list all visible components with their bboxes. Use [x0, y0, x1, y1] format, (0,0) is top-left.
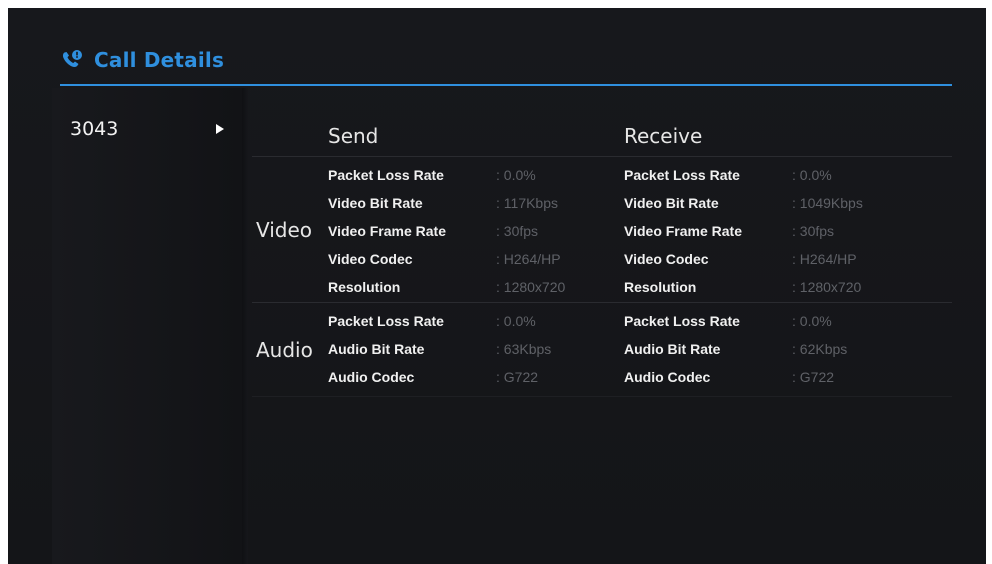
- call-list-item[interactable]: 3043: [70, 114, 230, 144]
- header: Call Details: [60, 48, 224, 72]
- stat-value: : 0.0%: [792, 167, 832, 183]
- page-title: Call Details: [94, 48, 225, 72]
- audio-send-row: Packet Loss Rate : 0.0%: [328, 310, 536, 332]
- stat-label: Resolution: [328, 279, 401, 295]
- stat-label: Audio Codec: [624, 369, 711, 385]
- sidebar-divider: [242, 88, 248, 564]
- video-send-row: Video Bit Rate : 117Kbps: [328, 192, 558, 214]
- stat-value: : H264/HP: [792, 251, 857, 267]
- call-number: 3043: [70, 118, 119, 140]
- stat-value: : H264/HP: [496, 251, 561, 267]
- stat-value: : 0.0%: [792, 313, 832, 329]
- header-underline: [60, 84, 952, 86]
- stat-value: : 62Kbps: [792, 341, 848, 357]
- audio-receive-row: Audio Bit Rate : 62Kbps: [624, 338, 847, 360]
- video-receive-row: Video Bit Rate : 1049Kbps: [624, 192, 863, 214]
- stat-value: : G722: [792, 369, 835, 385]
- header-divider: [252, 156, 952, 157]
- stat-label: Audio Bit Rate: [624, 341, 721, 357]
- stat-value: : 1049Kbps: [792, 195, 863, 211]
- stat-value: : 30fps: [792, 223, 835, 239]
- stat-label: Video Codec: [328, 251, 413, 267]
- stat-value: : 117Kbps: [496, 195, 559, 211]
- stat-label: Video Bit Rate: [328, 195, 423, 211]
- play-arrow-icon: [216, 124, 224, 134]
- audio-receive-row: Audio Codec : G722: [624, 366, 834, 388]
- stat-value: : G722: [496, 369, 539, 385]
- stat-value: : 63Kbps: [496, 341, 552, 357]
- video-receive-row: Video Codec : H264/HP: [624, 248, 857, 270]
- stat-value: : 0.0%: [496, 313, 536, 329]
- audio-section-label: Audio: [256, 338, 313, 362]
- stat-label: Video Bit Rate: [624, 195, 719, 211]
- video-send-row: Packet Loss Rate : 0.0%: [328, 164, 536, 186]
- video-send-row: Video Frame Rate : 30fps: [328, 220, 538, 242]
- stat-label: Video Frame Rate: [624, 223, 743, 239]
- audio-send-row: Audio Codec : G722: [328, 366, 538, 388]
- call-details-screen: Call Details 3043 Send Receive Video Pac…: [8, 8, 986, 564]
- video-receive-row: Video Frame Rate : 30fps: [624, 220, 834, 242]
- stat-label: Packet Loss Rate: [328, 167, 444, 183]
- call-list-sidebar: [52, 88, 242, 564]
- stat-label: Video Frame Rate: [328, 223, 447, 239]
- video-send-row: Video Codec : H264/HP: [328, 248, 561, 270]
- stat-label: Packet Loss Rate: [624, 313, 740, 329]
- stat-label: Resolution: [624, 279, 697, 295]
- stat-label: Audio Codec: [328, 369, 415, 385]
- video-send-row: Resolution : 1280x720: [328, 276, 565, 298]
- table-bottom-divider: [252, 396, 952, 397]
- section-divider: [252, 302, 952, 303]
- stat-label: Video Codec: [624, 251, 709, 267]
- stat-label: Audio Bit Rate: [328, 341, 425, 357]
- stat-value: : 0.0%: [496, 167, 536, 183]
- audio-receive-row: Packet Loss Rate : 0.0%: [624, 310, 832, 332]
- receive-column-header: Receive: [624, 124, 703, 148]
- send-column-header: Send: [328, 124, 379, 148]
- stat-label: Packet Loss Rate: [328, 313, 444, 329]
- stat-label: Packet Loss Rate: [624, 167, 740, 183]
- video-receive-row: Resolution : 1280x720: [624, 276, 861, 298]
- audio-send-row: Audio Bit Rate : 63Kbps: [328, 338, 551, 360]
- stat-value: : 1280x720: [792, 279, 862, 295]
- stat-value: : 30fps: [496, 223, 539, 239]
- phone-info-icon: [60, 49, 84, 71]
- video-receive-row: Packet Loss Rate : 0.0%: [624, 164, 832, 186]
- video-section-label: Video: [256, 218, 313, 242]
- stat-value: : 1280x720: [496, 279, 566, 295]
